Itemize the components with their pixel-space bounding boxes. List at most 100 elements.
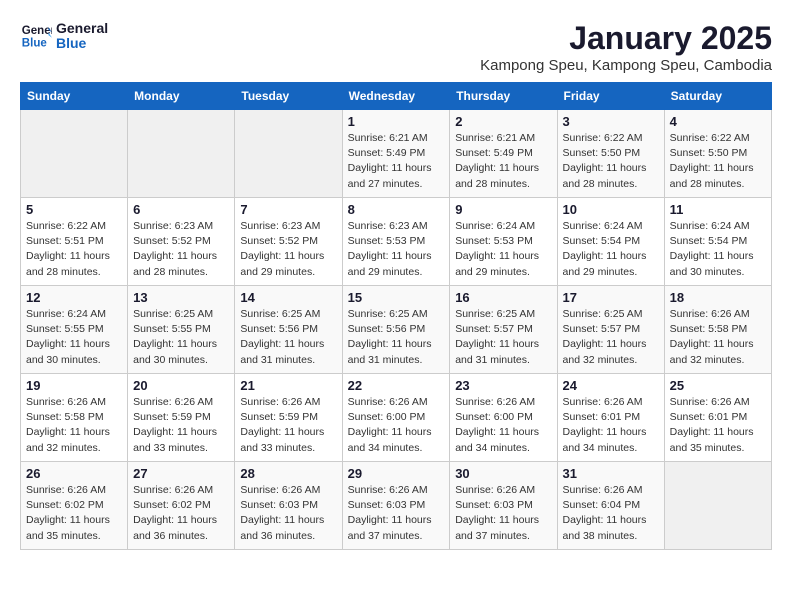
weekday-header-tuesday: Tuesday — [235, 83, 342, 110]
calendar-cell: 2Sunrise: 6:21 AMSunset: 5:49 PMDaylight… — [450, 110, 557, 198]
weekday-header-friday: Friday — [557, 83, 664, 110]
day-number: 28 — [240, 466, 336, 481]
calendar-cell: 16 Sunrise: 6:25 AMSunset: 5:57 PMDayligh… — [450, 286, 557, 374]
day-info: Sunrise: 6:23 AMSunset: 5:52 PMDaylight:… — [240, 219, 336, 280]
day-number: 31 — [563, 466, 659, 481]
calendar-cell: 31 Sunrise: 6:26 AMSunset: 6:04 PMDayligh… — [557, 462, 664, 550]
weekday-header-thursday: Thursday — [450, 83, 557, 110]
svg-text:General: General — [22, 25, 52, 37]
logo-icon: General Blue — [20, 20, 52, 52]
calendar-cell: 30 Sunrise: 6:26 AMSunset: 6:03 PMDayligh… — [450, 462, 557, 550]
day-number: 19 — [26, 378, 122, 393]
day-number: 24 — [563, 378, 659, 393]
day-number: 17 — [563, 290, 659, 305]
day-number: 10 — [563, 202, 659, 217]
calendar-week-row: 19Sunrise: 6:26 AMSunset: 5:58 PMDayligh… — [21, 374, 772, 462]
day-info: Sunrise: 6:26 AMSunset: 6:04 PMDaylight:… — [563, 483, 659, 544]
day-number: 21 — [240, 378, 336, 393]
weekday-header-wednesday: Wednesday — [342, 83, 450, 110]
day-info: Sunrise: 6:23 AMSunset: 5:52 PMDaylight:… — [133, 219, 229, 280]
calendar-cell: 29 Sunrise: 6:26 AMSunset: 6:03 PMDayligh… — [342, 462, 450, 550]
day-info: Sunrise: 6:25 AMSunset: 5:56 PMDaylight:… — [348, 307, 445, 368]
calendar-cell: 9Sunrise: 6:24 AMSunset: 5:53 PMDaylight… — [450, 198, 557, 286]
calendar-cell: 17 Sunrise: 6:25 AMSunset: 5:57 PMDayligh… — [557, 286, 664, 374]
day-number: 27 — [133, 466, 229, 481]
day-info: Sunrise: 6:26 AMSunset: 6:02 PMDaylight:… — [133, 483, 229, 544]
day-info: Sunrise: 6:25 AMSunset: 5:56 PMDaylight:… — [240, 307, 336, 368]
calendar-cell — [235, 110, 342, 198]
day-number: 3 — [563, 114, 659, 129]
day-number: 22 — [348, 378, 445, 393]
calendar-week-row: 12 Sunrise: 6:24 AMSunset: 5:55 PMDayligh… — [21, 286, 772, 374]
calendar-cell: 25 Sunrise: 6:26 AMSunset: 6:01 PMDayligh… — [664, 374, 771, 462]
day-info: Sunrise: 6:25 AMSunset: 5:55 PMDaylight:… — [133, 307, 229, 368]
day-number: 30 — [455, 466, 551, 481]
day-info: Sunrise: 6:26 AMSunset: 6:01 PMDaylight:… — [670, 395, 766, 456]
day-number: 7 — [240, 202, 336, 217]
calendar-cell: 1Sunrise: 6:21 AMSunset: 5:49 PMDaylight… — [342, 110, 450, 198]
calendar-cell: 11Sunrise: 6:24 AMSunset: 5:54 PMDayligh… — [664, 198, 771, 286]
day-number: 2 — [455, 114, 551, 129]
day-info: Sunrise: 6:26 AMSunset: 6:03 PMDaylight:… — [348, 483, 445, 544]
calendar-cell: 28Sunrise: 6:26 AMSunset: 6:03 PMDayligh… — [235, 462, 342, 550]
day-number: 23 — [455, 378, 551, 393]
day-info: Sunrise: 6:24 AMSunset: 5:55 PMDaylight:… — [26, 307, 122, 368]
calendar-cell: 20Sunrise: 6:26 AMSunset: 5:59 PMDayligh… — [128, 374, 235, 462]
day-number: 13 — [133, 290, 229, 305]
day-info: Sunrise: 6:26 AMSunset: 6:02 PMDaylight:… — [26, 483, 122, 544]
calendar-cell: 4 Sunrise: 6:22 AMSunset: 5:50 PMDaylight… — [664, 110, 771, 198]
day-number: 26 — [26, 466, 122, 481]
weekday-header-monday: Monday — [128, 83, 235, 110]
day-info: Sunrise: 6:22 AMSunset: 5:51 PMDaylight:… — [26, 219, 122, 280]
calendar-cell: 3 Sunrise: 6:22 AMSunset: 5:50 PMDaylight… — [557, 110, 664, 198]
calendar-week-row: 5 Sunrise: 6:22 AMSunset: 5:51 PMDaylight… — [21, 198, 772, 286]
day-number: 6 — [133, 202, 229, 217]
calendar-cell: 12 Sunrise: 6:24 AMSunset: 5:55 PMDayligh… — [21, 286, 128, 374]
day-number: 8 — [348, 202, 445, 217]
day-info: Sunrise: 6:22 AMSunset: 5:50 PMDaylight:… — [670, 131, 766, 192]
day-number: 18 — [670, 290, 766, 305]
calendar-cell: 18 Sunrise: 6:26 AMSunset: 5:58 PMDayligh… — [664, 286, 771, 374]
calendar-cell — [21, 110, 128, 198]
day-number: 16 — [455, 290, 551, 305]
calendar-cell: 23 Sunrise: 6:26 AMSunset: 6:00 PMDayligh… — [450, 374, 557, 462]
day-number: 29 — [348, 466, 445, 481]
calendar-cell: 19Sunrise: 6:26 AMSunset: 5:58 PMDayligh… — [21, 374, 128, 462]
day-info: Sunrise: 6:26 AMSunset: 6:00 PMDaylight:… — [455, 395, 551, 456]
calendar-cell: 8Sunrise: 6:23 AMSunset: 5:53 PMDaylight… — [342, 198, 450, 286]
calendar-cell — [664, 462, 771, 550]
calendar-cell: 5 Sunrise: 6:22 AMSunset: 5:51 PMDaylight… — [21, 198, 128, 286]
day-number: 15 — [348, 290, 445, 305]
day-info: Sunrise: 6:26 AMSunset: 6:03 PMDaylight:… — [455, 483, 551, 544]
day-number: 12 — [26, 290, 122, 305]
title-block: January 2025 Kampong Speu, Kampong Speu,… — [480, 20, 772, 74]
calendar-cell: 10 Sunrise: 6:24 AMSunset: 5:54 PMDayligh… — [557, 198, 664, 286]
day-info: Sunrise: 6:25 AMSunset: 5:57 PMDaylight:… — [455, 307, 551, 368]
day-info: Sunrise: 6:24 AMSunset: 5:54 PMDaylight:… — [670, 219, 766, 280]
calendar-cell: 26 Sunrise: 6:26 AMSunset: 6:02 PMDayligh… — [21, 462, 128, 550]
day-number: 4 — [670, 114, 766, 129]
day-info: Sunrise: 6:24 AMSunset: 5:54 PMDaylight:… — [563, 219, 659, 280]
day-number: 14 — [240, 290, 336, 305]
day-info: Sunrise: 6:26 AMSunset: 5:58 PMDaylight:… — [670, 307, 766, 368]
day-info: Sunrise: 6:25 AMSunset: 5:57 PMDaylight:… — [563, 307, 659, 368]
weekday-header-saturday: Saturday — [664, 83, 771, 110]
day-number: 5 — [26, 202, 122, 217]
day-info: Sunrise: 6:26 AMSunset: 5:59 PMDaylight:… — [240, 395, 336, 456]
calendar-cell — [128, 110, 235, 198]
calendar-subtitle: Kampong Speu, Kampong Speu, Cambodia — [480, 57, 772, 74]
day-info: Sunrise: 6:26 AMSunset: 6:01 PMDaylight:… — [563, 395, 659, 456]
day-number: 20 — [133, 378, 229, 393]
calendar-cell: 14 Sunrise: 6:25 AMSunset: 5:56 PMDayligh… — [235, 286, 342, 374]
calendar-cell: 27 Sunrise: 6:26 AMSunset: 6:02 PMDayligh… — [128, 462, 235, 550]
logo-general: General — [56, 21, 108, 36]
day-number: 25 — [670, 378, 766, 393]
calendar-table: SundayMondayTuesdayWednesdayThursdayFrid… — [20, 82, 772, 550]
calendar-week-row: 26 Sunrise: 6:26 AMSunset: 6:02 PMDayligh… — [21, 462, 772, 550]
calendar-cell: 21 Sunrise: 6:26 AMSunset: 5:59 PMDayligh… — [235, 374, 342, 462]
logo-blue: Blue — [56, 36, 108, 51]
svg-text:Blue: Blue — [22, 38, 48, 50]
weekday-header-row: SundayMondayTuesdayWednesdayThursdayFrid… — [21, 83, 772, 110]
calendar-cell: 24 Sunrise: 6:26 AMSunset: 6:01 PMDayligh… — [557, 374, 664, 462]
day-info: Sunrise: 6:22 AMSunset: 5:50 PMDaylight:… — [563, 131, 659, 192]
